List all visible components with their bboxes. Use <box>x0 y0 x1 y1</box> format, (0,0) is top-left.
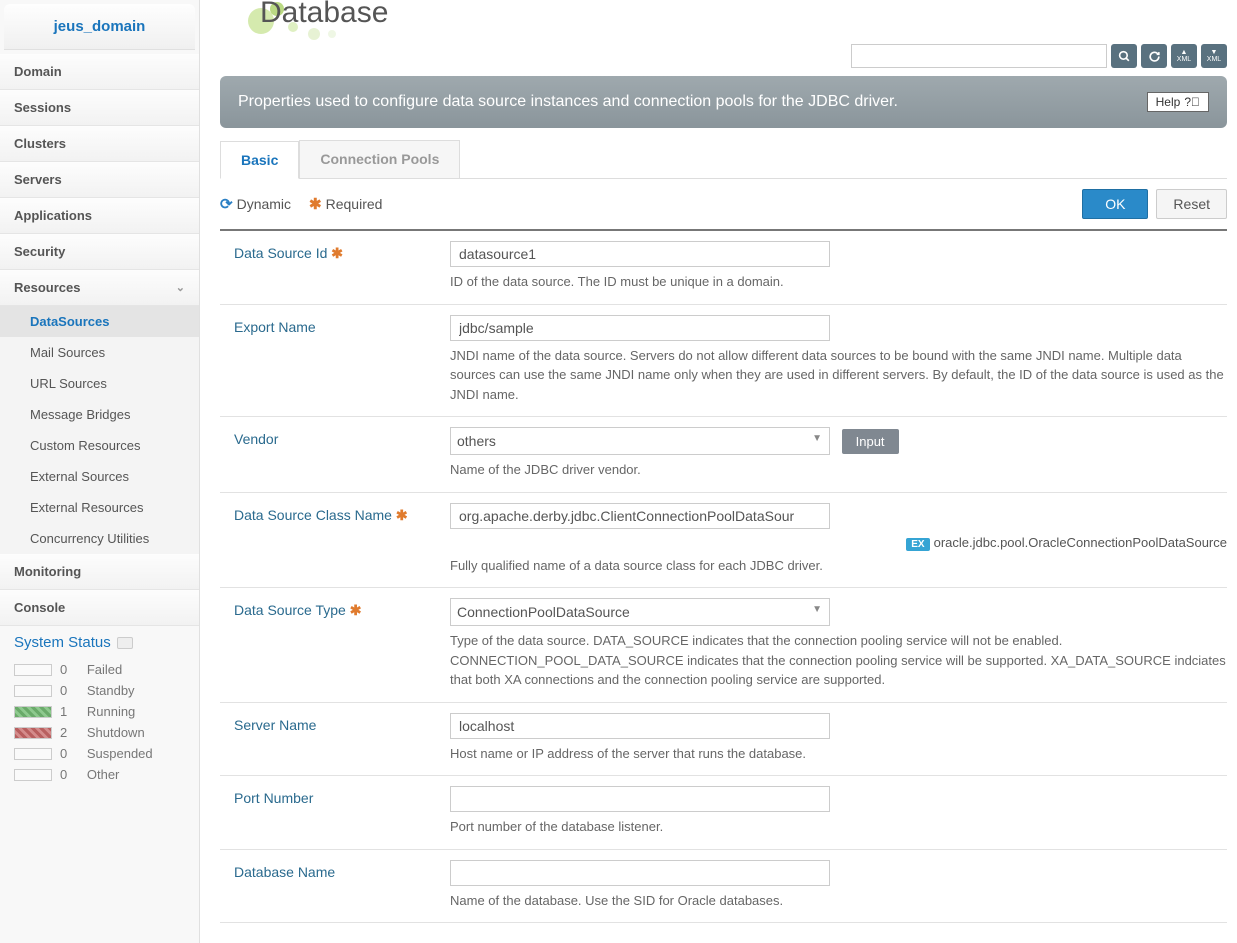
nav-applications[interactable]: Applications <box>0 198 199 234</box>
help-button[interactable]: Help ?⃝ <box>1147 92 1209 112</box>
input-ds-class[interactable] <box>450 503 830 529</box>
nav-console[interactable]: Console <box>0 590 199 626</box>
input-server-name[interactable] <box>450 713 830 739</box>
subnav-mail[interactable]: Mail Sources <box>0 337 199 368</box>
help-icon: ?⃝ <box>1184 95 1200 109</box>
status-suspended: 0 Suspended <box>14 743 185 764</box>
domain-header[interactable]: jeus_domain <box>4 4 195 50</box>
search-icon[interactable] <box>1111 44 1137 68</box>
reset-button[interactable]: Reset <box>1156 189 1227 219</box>
status-running: 1 Running <box>14 701 185 722</box>
nav-servers[interactable]: Servers <box>0 162 199 198</box>
page-title: Database <box>220 0 1227 44</box>
tab-basic[interactable]: Basic <box>220 141 299 179</box>
label-server-name: Server Name <box>220 713 450 764</box>
input-data-source-id[interactable] <box>450 241 830 267</box>
subnav-ext-sources[interactable]: External Sources <box>0 461 199 492</box>
nav-sessions[interactable]: Sessions <box>0 90 199 126</box>
status-other: 0 Other <box>14 764 185 785</box>
legend-required: ✱Required <box>309 195 382 213</box>
label-ds-type: Data Source Type ✱ <box>220 598 450 690</box>
help-data-source-id: ID of the data source. The ID must be un… <box>450 272 1227 292</box>
subnav-custom[interactable]: Custom Resources <box>0 430 199 461</box>
nav-resources-label: Resources <box>14 280 80 295</box>
label-port-number: Port Number <box>220 786 450 837</box>
export-xml-icon[interactable]: ▲XML <box>1171 44 1197 68</box>
ok-button[interactable]: OK <box>1082 189 1148 219</box>
example-ds-class: EXoracle.jdbc.pool.OracleConnectionPoolD… <box>450 535 1227 551</box>
help-ds-type: Type of the data source. DATA_SOURCE ind… <box>450 631 1227 690</box>
help-server-name: Host name or IP address of the server th… <box>450 744 1227 764</box>
chevron-down-icon: ⌄ <box>176 281 185 294</box>
status-failed: 0 Failed <box>14 659 185 680</box>
refresh-button-icon[interactable] <box>1141 44 1167 68</box>
input-button[interactable]: Input <box>842 429 899 454</box>
legend-dynamic: ⟳Dynamic <box>220 195 291 213</box>
nav-security[interactable]: Security <box>0 234 199 270</box>
subnav-ext-resources[interactable]: External Resources <box>0 492 199 523</box>
subnav-concurrency[interactable]: Concurrency Utilities <box>0 523 199 554</box>
nav-resources[interactable]: Resources ⌄ <box>0 270 199 306</box>
subnav-bridges[interactable]: Message Bridges <box>0 399 199 430</box>
select-ds-type[interactable]: ConnectionPoolDataSource <box>450 598 830 626</box>
input-port-number[interactable] <box>450 786 830 812</box>
status-shutdown: 2 Shutdown <box>14 722 185 743</box>
refresh-icon[interactable] <box>117 637 133 649</box>
status-standby: 0 Standby <box>14 680 185 701</box>
label-database-name: Database Name <box>220 860 450 911</box>
nav-clusters[interactable]: Clusters <box>0 126 199 162</box>
label-vendor: Vendor <box>220 427 450 480</box>
label-export-name: Export Name <box>220 315 450 405</box>
label-data-source-id: Data Source Id ✱ <box>220 241 450 292</box>
help-ds-class: Fully qualified name of a data source cl… <box>450 556 1227 576</box>
subnav-datasources[interactable]: DataSources <box>0 306 199 337</box>
help-export-name: JNDI name of the data source. Servers do… <box>450 346 1227 405</box>
import-xml-icon[interactable]: ▼XML <box>1201 44 1227 68</box>
label-ds-class: Data Source Class Name ✱ <box>220 503 450 576</box>
system-status-title: System Status <box>14 634 185 651</box>
input-database-name[interactable] <box>450 860 830 886</box>
help-vendor: Name of the JDBC driver vendor. <box>450 460 1227 480</box>
subnav-url[interactable]: URL Sources <box>0 368 199 399</box>
description-banner: Properties used to configure data source… <box>220 76 1227 128</box>
tab-connection-pools[interactable]: Connection Pools <box>299 140 460 178</box>
nav-monitoring[interactable]: Monitoring <box>0 554 199 590</box>
select-vendor[interactable]: others <box>450 427 830 455</box>
nav-domain[interactable]: Domain <box>0 54 199 90</box>
search-input[interactable] <box>851 44 1107 68</box>
help-port-number: Port number of the database listener. <box>450 817 1227 837</box>
input-export-name[interactable] <box>450 315 830 341</box>
help-database-name: Name of the database. Use the SID for Or… <box>450 891 1227 911</box>
